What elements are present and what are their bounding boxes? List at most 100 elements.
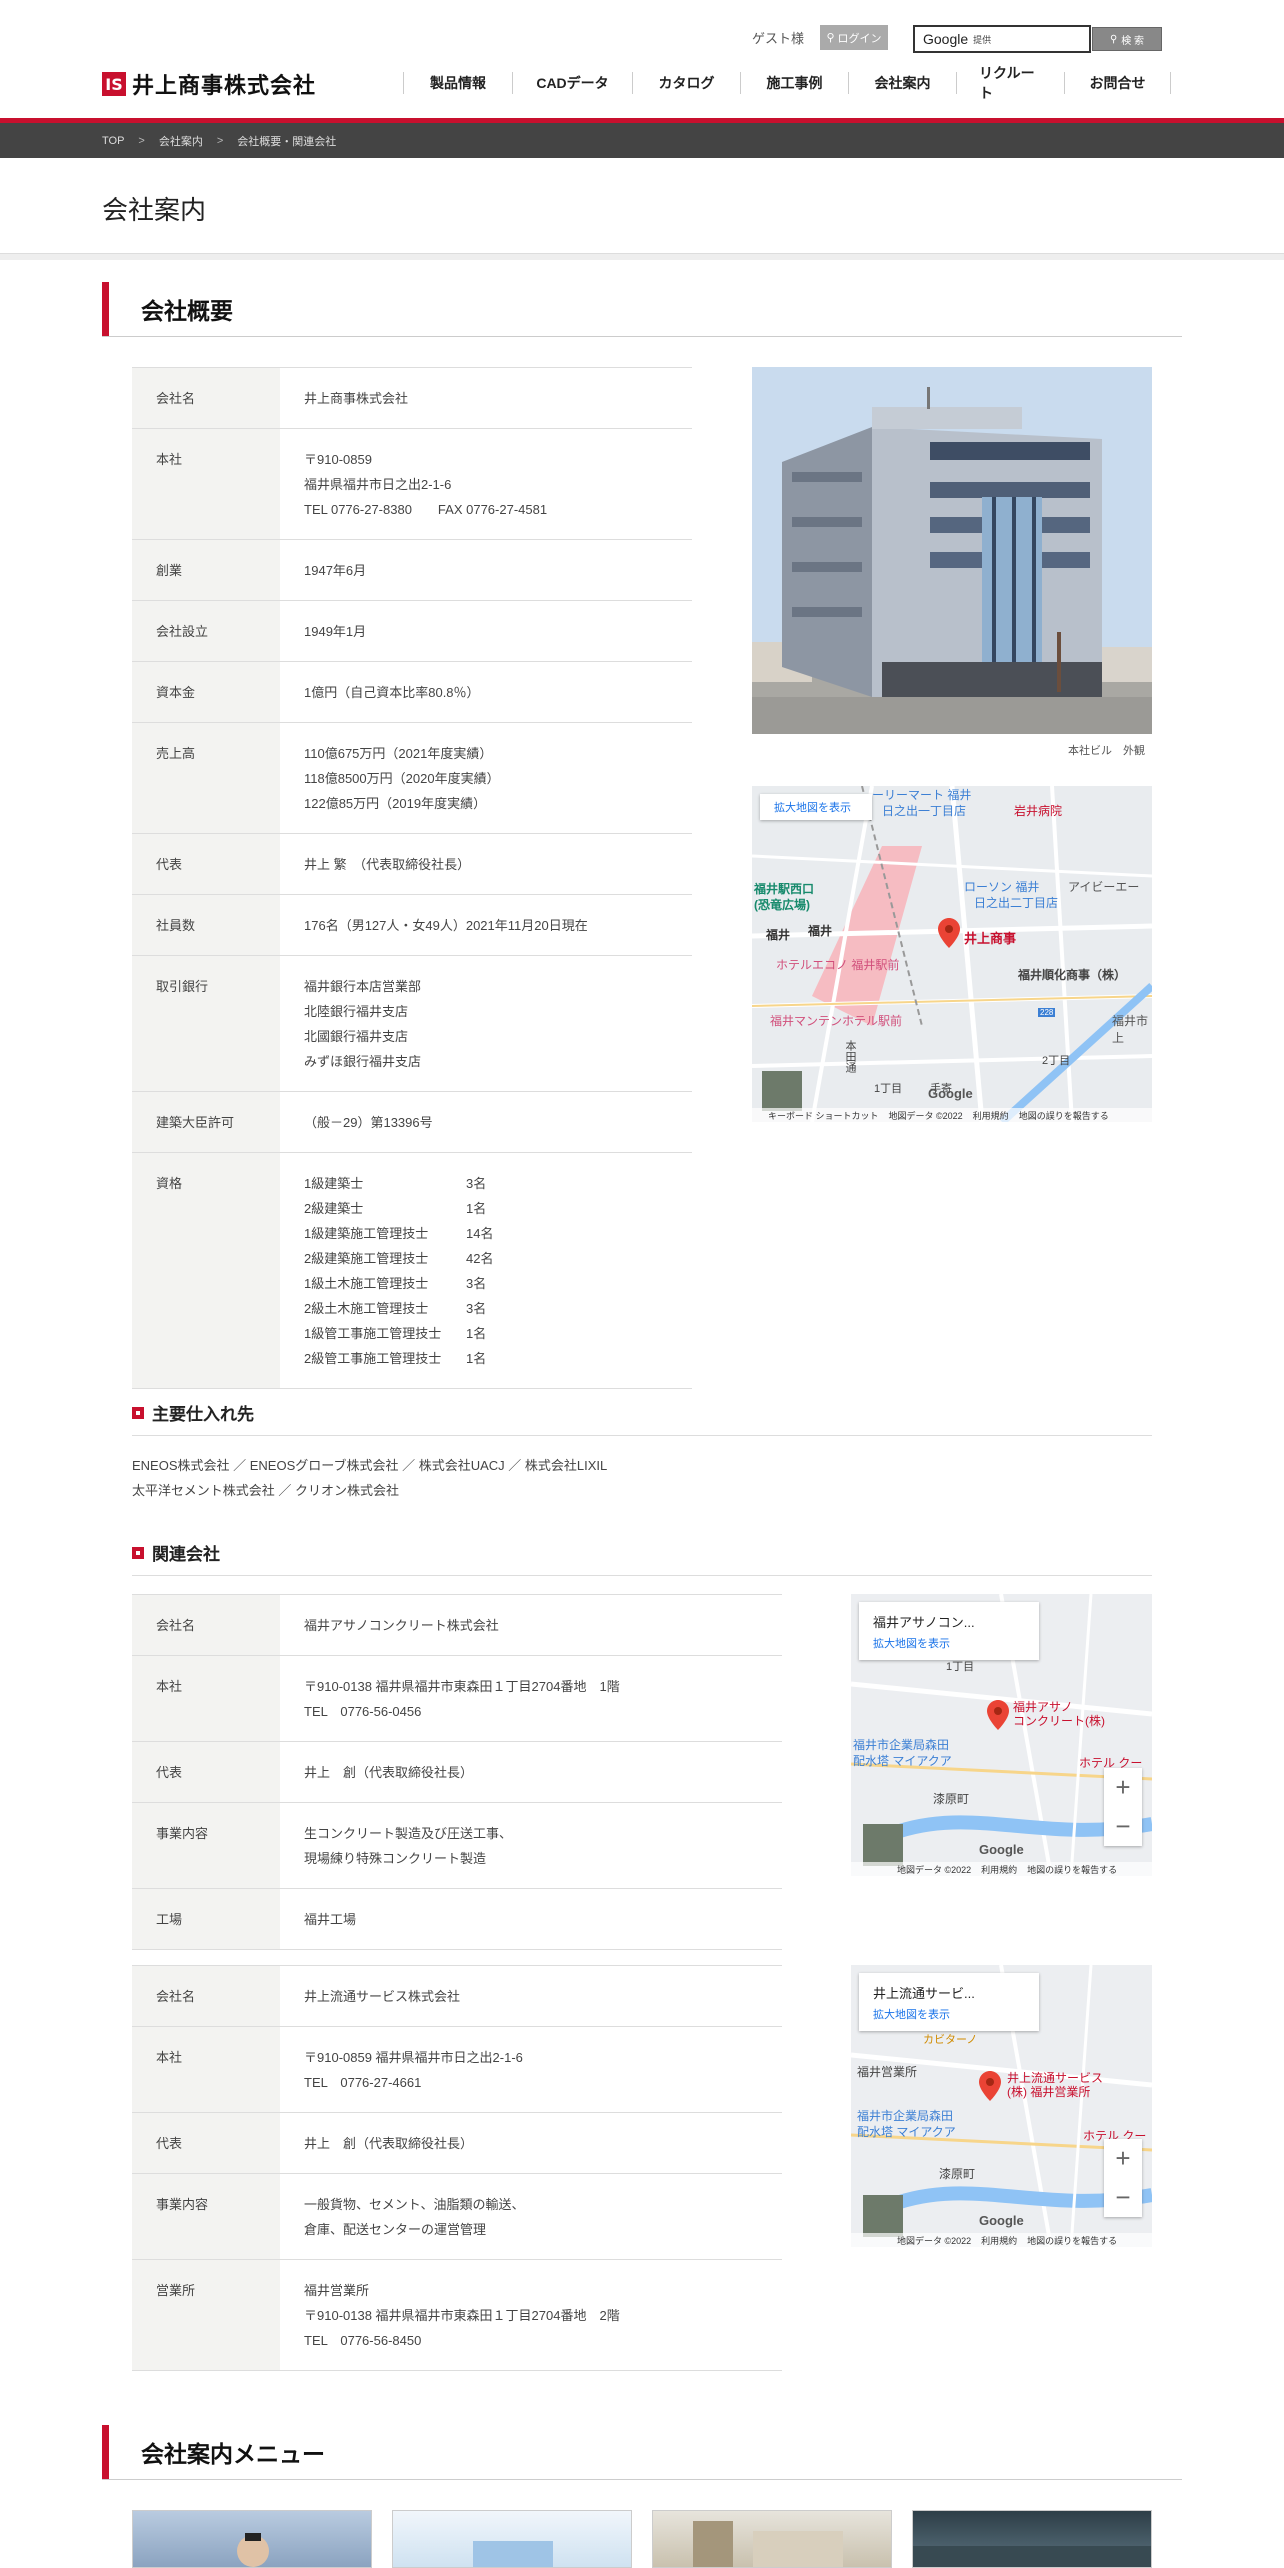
menu-thumb-factory[interactable]	[912, 2510, 1152, 2568]
google-logo: Google	[979, 2213, 1024, 2228]
search-input[interactable]: Google 提供	[913, 25, 1091, 53]
building-illustration	[752, 367, 1152, 734]
heading-accent	[102, 282, 109, 336]
zoom-out-icon[interactable]: −	[1115, 2182, 1130, 2213]
row-value-line: 118億8500万円（2020年度実績）	[304, 771, 500, 786]
row-label: 本社	[132, 2026, 280, 2113]
qualification-count: 14名	[466, 1226, 494, 1241]
president-photo	[237, 2533, 269, 2567]
menu-thumb-greeting[interactable]	[132, 2510, 372, 2568]
map-label: ローソン 福井	[964, 880, 1040, 894]
logo-mark: IS	[102, 72, 126, 96]
map-footer-link[interactable]: 地図の誤りを報告する	[1027, 1863, 1117, 1876]
zoom-in-icon[interactable]: +	[1115, 2143, 1130, 2174]
outline-photo	[473, 2541, 553, 2567]
map-enlarge-link[interactable]: 拡大地図を表示	[760, 794, 872, 820]
map-footer-link[interactable]: 地図の誤りを報告する	[1019, 1109, 1109, 1122]
breadcrumb-top[interactable]: TOP	[102, 135, 124, 147]
row-value-line: 井上 創（代表取締役社長）	[304, 2136, 474, 2151]
map-pin-icon[interactable]	[938, 918, 960, 948]
row-value: 福井アサノコンクリート株式会社	[280, 1594, 782, 1656]
map-label: 岩井病院	[1014, 804, 1063, 818]
map-zoom-control[interactable]: + −	[1104, 1768, 1142, 1846]
search-button[interactable]: ⚲ 検 索	[1092, 27, 1162, 51]
title-shadow	[0, 254, 1284, 260]
row-value-line: 〒910-0859	[304, 452, 372, 467]
map-footer-link[interactable]: キーボード ショートカット	[768, 1109, 879, 1122]
map-footer-link[interactable]: 利用規約	[981, 2234, 1017, 2247]
row-value-line: TEL 0776-56-8450	[304, 2333, 422, 2348]
affiliate-table-2: 会社名 井上流通サービス株式会社 本社 〒910-0859 福井県福井市日之出2-1-…	[132, 1965, 782, 2371]
breadcrumb-company[interactable]: 会社案内	[159, 133, 203, 149]
qualification-count: 1名	[466, 1351, 487, 1366]
affiliate-map-1[interactable]: 福井アサノコン... 拡大地図を表示 1丁目 福井市企業局森田 配水塔 マイアクアホ…	[851, 1594, 1152, 1876]
map-zoom-control[interactable]: + −	[1104, 2139, 1142, 2217]
nav-company[interactable]: 会社案内	[849, 72, 957, 94]
map-label: 福井	[766, 928, 791, 942]
row-value-line: 福井県福井市日之出2-1-6	[304, 477, 452, 492]
subsection-heading-affiliates: 関連会社	[132, 1540, 1152, 1576]
map-label: カビターノ	[923, 2034, 978, 2046]
map-pin-label: (株) 福井営業所	[1007, 2085, 1091, 2099]
nav-works[interactable]: 施工事例	[741, 72, 849, 94]
nav-recruit[interactable]: リクルート	[957, 65, 1065, 101]
heading-bullet-icon	[132, 1546, 144, 1559]
office-photo	[693, 2521, 843, 2567]
map-footer-link[interactable]: 地図の誤りを報告する	[1027, 2234, 1117, 2247]
logo-text: 井上商事株式会社	[132, 73, 317, 98]
qualification-name: 2級土木施工管理技士	[304, 1301, 429, 1316]
guest-label: ゲスト様	[752, 31, 805, 46]
nav-catalog[interactable]: カタログ	[633, 72, 741, 94]
menu-thumb-offices[interactable]	[652, 2510, 892, 2568]
table-row: 事業内容 一般貨物、セメント、油脂類の輸送、 倉庫、配送センターの運営管理	[132, 2173, 782, 2260]
row-value-line: 福井工場	[304, 1912, 357, 1927]
key-icon: ⚲	[826, 32, 835, 44]
row-label: 代表	[132, 833, 280, 895]
breadcrumb: TOP > 会社案内 > 会社概要・関連会社	[0, 123, 1284, 158]
site-logo[interactable]: IS 井上商事株式会社	[102, 68, 316, 100]
map-label: 漆原町	[939, 2167, 976, 2181]
map-label: 福井市上	[1112, 1014, 1149, 1045]
map-label: 福井順化商事（株）	[1018, 968, 1127, 982]
suppliers-line: 太平洋セメント株式会社 ／ クリオン株式会社	[132, 1483, 399, 1498]
qualification-count: 1名	[466, 1326, 487, 1341]
heading-accent	[102, 2425, 109, 2479]
map-label: 福井	[808, 924, 833, 938]
row-label: 本社	[132, 428, 280, 540]
row-value-line: 1947年6月	[304, 563, 367, 578]
map-pin-icon[interactable]	[979, 2071, 1001, 2101]
row-value: 〒910-0859 福井県福井市日之出2-1-6 TEL 0776-27-8380 …	[280, 428, 692, 540]
qualification-name: 2級建築士	[304, 1201, 364, 1216]
table-row: 創業 1947年6月	[132, 539, 692, 601]
search-provided: 提供	[973, 34, 992, 45]
login-button[interactable]: ⚲ ログイン	[820, 25, 888, 50]
headquarters-map[interactable]: 拡大地図を表示 ーリーマート 福井 日之出一丁目店 岩井病院 福井駅西口 (恐竜…	[752, 786, 1152, 1122]
menu-thumb-outline[interactable]	[392, 2510, 632, 2568]
breadcrumb-separator: >	[216, 134, 224, 147]
row-label: 取引銀行	[132, 955, 280, 1092]
row-value: 井上商事株式会社	[280, 367, 692, 429]
zoom-in-icon[interactable]: +	[1115, 1772, 1130, 1803]
affiliate-map-2[interactable]: 井上流通サービ... 拡大地図を表示 カビターノ 福井営業所 福井市企業局森田 配水塔…	[851, 1965, 1152, 2247]
row-label: 営業所	[132, 2259, 280, 2371]
map-footer-link[interactable]: 利用規約	[981, 1863, 1017, 1876]
qualification-name: 1級土木施工管理技士	[304, 1276, 429, 1291]
row-value: （般－29）第13396号	[280, 1091, 692, 1153]
row-value-line: 福井銀行本店営業部	[304, 979, 422, 994]
row-value: 井上流通サービス株式会社	[280, 1965, 782, 2027]
map-enlarge-link[interactable]: 拡大地図を表示	[873, 2006, 1025, 2022]
map-footer-link[interactable]: 利用規約	[973, 1109, 1009, 1122]
nav-products[interactable]: 製品情報	[403, 72, 513, 94]
map-pin-icon[interactable]	[987, 1700, 1009, 1730]
row-value-line: 110億675万円（2021年度実績）	[304, 746, 493, 761]
nav-cad[interactable]: CADデータ	[513, 72, 633, 94]
zoom-out-icon[interactable]: −	[1115, 1811, 1130, 1842]
map-info-card: 福井アサノコン... 拡大地図を表示	[859, 1602, 1039, 1660]
map-label: ホテルエコノ 福井駅前	[776, 958, 900, 972]
map-enlarge-link[interactable]: 拡大地図を表示	[873, 1635, 1025, 1651]
table-row: 売上高 110億675万円（2021年度実績） 118億8500万円（2020年度実…	[132, 722, 692, 834]
table-row: 工場 福井工場	[132, 1888, 782, 1950]
nav-contact[interactable]: お問合せ	[1065, 72, 1171, 94]
row-value-line: 北國銀行福井支店	[304, 1029, 409, 1044]
table-row: 会社名 井上商事株式会社	[132, 367, 692, 429]
